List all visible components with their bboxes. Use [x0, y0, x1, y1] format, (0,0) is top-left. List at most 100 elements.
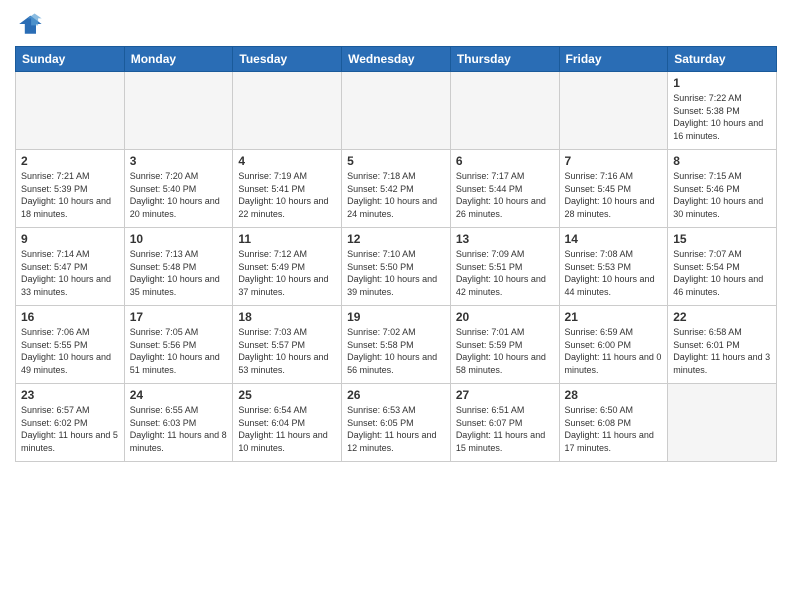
day-info: Sunrise: 6:58 AM Sunset: 6:01 PM Dayligh… — [673, 326, 771, 376]
day-number: 18 — [238, 310, 336, 324]
day-number: 6 — [456, 154, 554, 168]
day-info: Sunrise: 7:16 AM Sunset: 5:45 PM Dayligh… — [565, 170, 663, 220]
logo-icon — [15, 10, 43, 38]
calendar-table: SundayMondayTuesdayWednesdayThursdayFrid… — [15, 46, 777, 462]
day-info: Sunrise: 7:10 AM Sunset: 5:50 PM Dayligh… — [347, 248, 445, 298]
page: SundayMondayTuesdayWednesdayThursdayFrid… — [0, 0, 792, 472]
calendar-cell: 13 Sunrise: 7:09 AM Sunset: 5:51 PM Dayli… — [450, 228, 559, 306]
day-number: 28 — [565, 388, 663, 402]
day-info: Sunrise: 7:09 AM Sunset: 5:51 PM Dayligh… — [456, 248, 554, 298]
header — [15, 10, 777, 38]
day-number: 10 — [130, 232, 228, 246]
calendar-cell: 5 Sunrise: 7:18 AM Sunset: 5:42 PM Daylig… — [342, 150, 451, 228]
day-info: Sunrise: 7:03 AM Sunset: 5:57 PM Dayligh… — [238, 326, 336, 376]
calendar-cell — [450, 72, 559, 150]
calendar-cell: 20 Sunrise: 7:01 AM Sunset: 5:59 PM Dayli… — [450, 306, 559, 384]
calendar-cell: 15 Sunrise: 7:07 AM Sunset: 5:54 PM Dayli… — [668, 228, 777, 306]
calendar-cell: 10Sunrise: 7:13 AM Sunset: 5:48 PM Dayli… — [124, 228, 233, 306]
day-number: 14 — [565, 232, 663, 246]
day-number: 9 — [21, 232, 119, 246]
calendar-cell: 27 Sunrise: 6:51 AM Sunset: 6:07 PM Dayli… — [450, 384, 559, 462]
week-row-5: 23 Sunrise: 6:57 AM Sunset: 6:02 PM Dayli… — [16, 384, 777, 462]
week-row-3: 9 Sunrise: 7:14 AM Sunset: 5:47 PM Daylig… — [16, 228, 777, 306]
weekday-saturday: Saturday — [668, 47, 777, 72]
day-info: Sunrise: 7:17 AM Sunset: 5:44 PM Dayligh… — [456, 170, 554, 220]
calendar-cell: 19 Sunrise: 7:02 AM Sunset: 5:58 PM Dayli… — [342, 306, 451, 384]
day-number: 2 — [21, 154, 119, 168]
day-number: 5 — [347, 154, 445, 168]
calendar-cell: 12 Sunrise: 7:10 AM Sunset: 5:50 PM Dayli… — [342, 228, 451, 306]
day-info: Sunrise: 7:06 AM Sunset: 5:55 PM Dayligh… — [21, 326, 119, 376]
day-info: Sunrise: 7:05 AM Sunset: 5:56 PM Dayligh… — [130, 326, 228, 376]
day-info: Sunrise: 7:02 AM Sunset: 5:58 PM Dayligh… — [347, 326, 445, 376]
calendar-cell: 14 Sunrise: 7:08 AM Sunset: 5:53 PM Dayli… — [559, 228, 668, 306]
day-info: Sunrise: 6:54 AM Sunset: 6:04 PM Dayligh… — [238, 404, 336, 454]
calendar-cell: 9 Sunrise: 7:14 AM Sunset: 5:47 PM Daylig… — [16, 228, 125, 306]
day-number: 4 — [238, 154, 336, 168]
calendar-cell — [559, 72, 668, 150]
day-number: 19 — [347, 310, 445, 324]
calendar-body: 1 Sunrise: 7:22 AM Sunset: 5:38 PM Daylig… — [16, 72, 777, 462]
calendar-cell: 22 Sunrise: 6:58 AM Sunset: 6:01 PM Dayli… — [668, 306, 777, 384]
day-info: Sunrise: 6:50 AM Sunset: 6:08 PM Dayligh… — [565, 404, 663, 454]
day-info: Sunrise: 6:55 AM Sunset: 6:03 PM Dayligh… — [130, 404, 228, 454]
calendar-cell — [124, 72, 233, 150]
calendar-header: SundayMondayTuesdayWednesdayThursdayFrid… — [16, 47, 777, 72]
day-info: Sunrise: 7:07 AM Sunset: 5:54 PM Dayligh… — [673, 248, 771, 298]
day-number: 23 — [21, 388, 119, 402]
day-info: Sunrise: 6:57 AM Sunset: 6:02 PM Dayligh… — [21, 404, 119, 454]
calendar-cell: 16 Sunrise: 7:06 AM Sunset: 5:55 PM Dayli… — [16, 306, 125, 384]
calendar-cell — [668, 384, 777, 462]
day-info: Sunrise: 7:14 AM Sunset: 5:47 PM Dayligh… — [21, 248, 119, 298]
calendar-cell — [233, 72, 342, 150]
day-number: 21 — [565, 310, 663, 324]
calendar-cell: 24 Sunrise: 6:55 AM Sunset: 6:03 PM Dayli… — [124, 384, 233, 462]
calendar-cell: 8Sunrise: 7:15 AM Sunset: 5:46 PM Daylig… — [668, 150, 777, 228]
day-number: 7 — [565, 154, 663, 168]
weekday-header-row: SundayMondayTuesdayWednesdayThursdayFrid… — [16, 47, 777, 72]
week-row-4: 16 Sunrise: 7:06 AM Sunset: 5:55 PM Dayli… — [16, 306, 777, 384]
day-number: 22 — [673, 310, 771, 324]
calendar-cell: 26Sunrise: 6:53 AM Sunset: 6:05 PM Dayli… — [342, 384, 451, 462]
day-number: 26 — [347, 388, 445, 402]
weekday-thursday: Thursday — [450, 47, 559, 72]
day-number: 20 — [456, 310, 554, 324]
calendar-cell: 7 Sunrise: 7:16 AM Sunset: 5:45 PM Daylig… — [559, 150, 668, 228]
day-number: 12 — [347, 232, 445, 246]
day-number: 13 — [456, 232, 554, 246]
day-number: 24 — [130, 388, 228, 402]
calendar-cell: 11 Sunrise: 7:12 AM Sunset: 5:49 PM Dayli… — [233, 228, 342, 306]
day-number: 11 — [238, 232, 336, 246]
day-info: Sunrise: 7:12 AM Sunset: 5:49 PM Dayligh… — [238, 248, 336, 298]
weekday-friday: Friday — [559, 47, 668, 72]
weekday-monday: Monday — [124, 47, 233, 72]
calendar-cell: 2 Sunrise: 7:21 AM Sunset: 5:39 PM Daylig… — [16, 150, 125, 228]
calendar-cell: 28 Sunrise: 6:50 AM Sunset: 6:08 PM Dayli… — [559, 384, 668, 462]
calendar-cell: 25 Sunrise: 6:54 AM Sunset: 6:04 PM Dayli… — [233, 384, 342, 462]
calendar-cell: 21 Sunrise: 6:59 AM Sunset: 6:00 PM Dayli… — [559, 306, 668, 384]
calendar-cell: 1 Sunrise: 7:22 AM Sunset: 5:38 PM Daylig… — [668, 72, 777, 150]
week-row-2: 2 Sunrise: 7:21 AM Sunset: 5:39 PM Daylig… — [16, 150, 777, 228]
day-number: 25 — [238, 388, 336, 402]
day-number: 17 — [130, 310, 228, 324]
calendar-cell: 18 Sunrise: 7:03 AM Sunset: 5:57 PM Dayli… — [233, 306, 342, 384]
week-row-1: 1 Sunrise: 7:22 AM Sunset: 5:38 PM Daylig… — [16, 72, 777, 150]
day-number: 15 — [673, 232, 771, 246]
day-info: Sunrise: 7:01 AM Sunset: 5:59 PM Dayligh… — [456, 326, 554, 376]
day-info: Sunrise: 7:15 AM Sunset: 5:46 PM Dayligh… — [673, 170, 771, 220]
calendar-cell — [16, 72, 125, 150]
calendar-cell: 4Sunrise: 7:19 AM Sunset: 5:41 PM Daylig… — [233, 150, 342, 228]
day-info: Sunrise: 7:21 AM Sunset: 5:39 PM Dayligh… — [21, 170, 119, 220]
weekday-tuesday: Tuesday — [233, 47, 342, 72]
day-info: Sunrise: 7:22 AM Sunset: 5:38 PM Dayligh… — [673, 92, 771, 142]
day-info: Sunrise: 6:51 AM Sunset: 6:07 PM Dayligh… — [456, 404, 554, 454]
day-number: 27 — [456, 388, 554, 402]
weekday-sunday: Sunday — [16, 47, 125, 72]
day-info: Sunrise: 6:59 AM Sunset: 6:00 PM Dayligh… — [565, 326, 663, 376]
day-info: Sunrise: 7:18 AM Sunset: 5:42 PM Dayligh… — [347, 170, 445, 220]
calendar-cell: 6 Sunrise: 7:17 AM Sunset: 5:44 PM Daylig… — [450, 150, 559, 228]
day-number: 1 — [673, 76, 771, 90]
calendar-cell: 23 Sunrise: 6:57 AM Sunset: 6:02 PM Dayli… — [16, 384, 125, 462]
day-number: 16 — [21, 310, 119, 324]
day-info: Sunrise: 7:08 AM Sunset: 5:53 PM Dayligh… — [565, 248, 663, 298]
